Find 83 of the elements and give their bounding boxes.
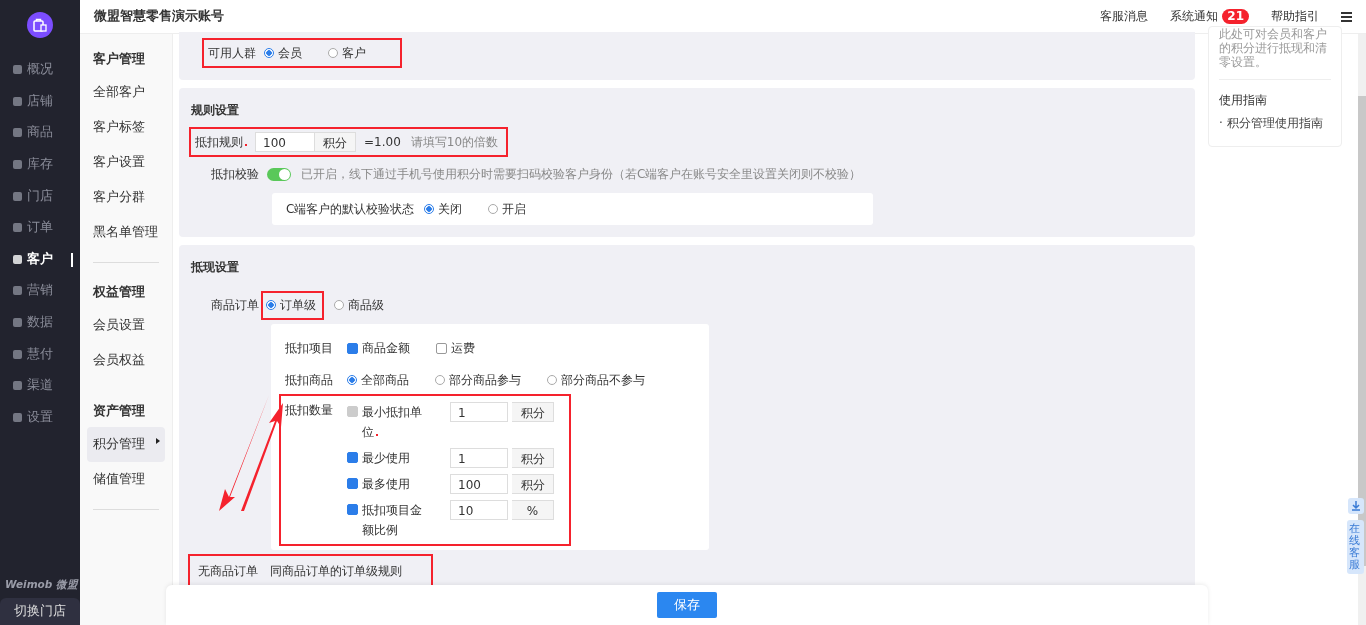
nav-item[interactable]: 营销 — [0, 275, 80, 307]
checkbox[interactable] — [347, 504, 358, 515]
menu-icon[interactable] — [1341, 11, 1352, 22]
radio-option[interactable]: 部分商品不参与 — [547, 371, 645, 389]
subnav-heading: 权益管理 — [92, 283, 146, 301]
option-label: 抵扣项目金额比例 — [362, 502, 423, 539]
option-label: 最多使用 — [362, 476, 411, 493]
field-label: 可用人群 — [208, 44, 256, 62]
guide-link[interactable]: · 积分管理使用指南 — [1219, 116, 1323, 130]
brand-logo: Weimob 微盟 — [5, 578, 80, 592]
nav-item[interactable]: 店铺 — [0, 85, 80, 118]
unit-addon: % — [512, 500, 554, 520]
nav-item[interactable]: 慧付 — [0, 338, 80, 370]
number-input[interactable]: 100 — [450, 474, 508, 494]
checkbox-option[interactable]: 运费 — [436, 339, 475, 357]
nav-item[interactable]: 门店 — [0, 180, 80, 212]
number-input[interactable]: 1 — [450, 448, 508, 468]
subnav-item[interactable]: 全部客户 — [87, 75, 165, 110]
section-title: 抵现设置 — [191, 259, 240, 276]
notification-badge: 21 — [1222, 9, 1249, 24]
unit-addon: 积分 — [512, 474, 554, 494]
field-label: 无商品订单 — [198, 562, 258, 580]
nav-item[interactable]: 库存 — [0, 148, 80, 181]
header-link[interactable]: 系统通知 — [1170, 8, 1219, 25]
nav-item[interactable]: 客户 — [0, 243, 80, 276]
checkbox[interactable] — [347, 452, 358, 463]
nav-item[interactable]: 渠道 — [0, 369, 80, 402]
field-label: 抵扣数量 — [285, 402, 334, 419]
subnav-item[interactable]: 黑名单管理 — [87, 215, 165, 250]
radio-option[interactable]: 会员 — [264, 44, 302, 62]
subnav-item[interactable]: 客户标签 — [87, 110, 165, 145]
scrollbar[interactable] — [1358, 34, 1366, 625]
nav-item[interactable]: 设置 — [0, 401, 80, 434]
nav-item[interactable]: 订单 — [0, 211, 80, 244]
subnav-item[interactable]: 积分管理 — [87, 427, 165, 462]
switch-store-button[interactable]: 切换门店 — [0, 598, 80, 625]
radio-option[interactable]: 关闭 — [424, 200, 463, 218]
subnav-item[interactable]: 会员设置 — [87, 308, 165, 343]
checkbox[interactable] — [347, 478, 358, 489]
radio-option[interactable]: 订单级 — [263, 292, 322, 318]
nav-item[interactable]: 商品 — [0, 117, 80, 149]
unit-addon: 积分 — [512, 448, 554, 468]
online-service-tab[interactable]: 在线客服 — [1347, 520, 1364, 575]
option-label: 最少使用 — [362, 450, 411, 467]
radio-option[interactable]: 开启 — [488, 200, 527, 218]
number-input[interactable]: 10 — [450, 500, 508, 520]
option-label: 最小抵扣单位 — [362, 404, 423, 441]
field-label: 抵扣规则 — [195, 133, 247, 151]
subnav-heading: 客户管理 — [92, 50, 146, 68]
field-label: 商品订单 — [211, 296, 259, 314]
subnav-item[interactable]: 客户分群 — [87, 180, 165, 215]
account-title: 微盟智慧零售演示账号 — [94, 8, 224, 25]
toggle-switch[interactable] — [267, 167, 291, 181]
subnav-item[interactable]: 会员权益 — [87, 343, 165, 378]
subnav-heading: 资产管理 — [92, 402, 146, 420]
radio-option[interactable]: 商品级 — [334, 296, 384, 314]
nav-item[interactable]: 数据 — [0, 306, 80, 339]
header-link[interactable]: 客服消息 — [1100, 8, 1149, 25]
help-text: 此处可对会员和客户的积分进行抵现和清零设置。 — [1219, 27, 1328, 69]
radio-option[interactable]: 客户 — [328, 44, 366, 62]
unit-addon: 积分 — [512, 402, 554, 422]
radio-option[interactable]: 部分商品参与 — [435, 371, 521, 389]
section-title: 规则设置 — [191, 102, 240, 119]
unit-addon: 积分 — [315, 132, 356, 152]
toggle-note: 已开启，线下通过手机号使用积分时需要扫码校验客户身份（若C端客户在账号安全里设置关闭则不校验） — [301, 165, 862, 183]
field-label: 抵扣商品 — [285, 371, 334, 389]
checkbox-option[interactable]: 商品金额 — [347, 339, 410, 357]
subnav-item[interactable]: 客户设置 — [87, 145, 165, 180]
header-link[interactable]: 帮助指引 — [1271, 8, 1319, 25]
download-icon[interactable] — [1347, 498, 1364, 514]
field-label: 抵扣项目 — [285, 339, 334, 357]
radio-option[interactable]: 全部商品 — [347, 371, 409, 389]
field-value: 同商品订单的订单级规则 — [270, 562, 402, 580]
nav-item[interactable]: 概况 — [0, 54, 80, 86]
guide-title: 使用指南 — [1219, 92, 1268, 109]
hint-text: 请填写10的倍数 — [410, 133, 499, 151]
save-button[interactable]: 保存 — [657, 592, 717, 618]
logo-icon — [27, 12, 53, 38]
field-label: 抵扣校验 — [211, 165, 259, 183]
rate-text: =1.00 — [364, 135, 401, 149]
field-label: C端客户的默认校验状态 — [286, 200, 415, 218]
subnav-item[interactable]: 储值管理 — [87, 462, 165, 497]
points-input[interactable]: 100 — [255, 132, 315, 152]
